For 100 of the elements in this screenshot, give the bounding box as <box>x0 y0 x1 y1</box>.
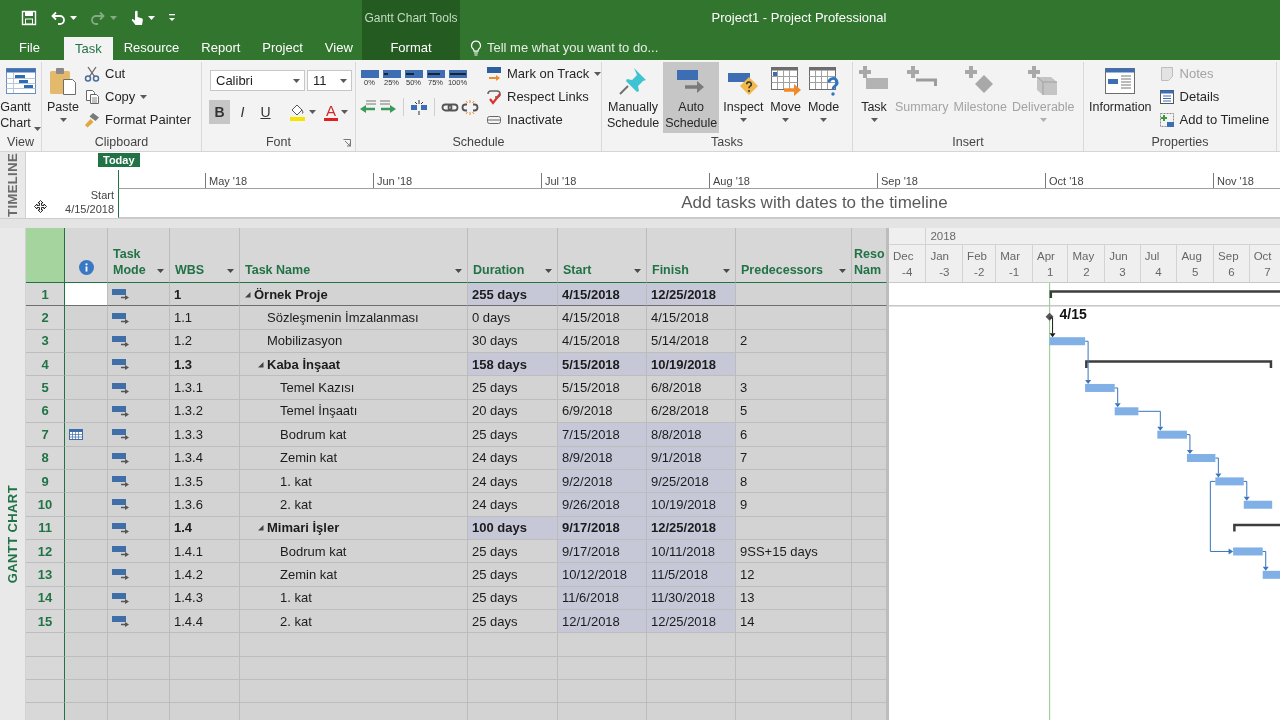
copy-button[interactable]: Copy <box>81 85 194 108</box>
split-bar-icon[interactable] <box>410 99 428 115</box>
font-color-button[interactable]: A <box>321 100 351 124</box>
indicator-cell[interactable] <box>65 446 108 470</box>
row-header[interactable] <box>26 656 65 681</box>
progress-bar-icon <box>382 70 401 78</box>
column-header[interactable]: Task Mode <box>108 228 170 283</box>
indicator-cell[interactable] <box>65 539 108 564</box>
ribbon-tab[interactable]: View <box>313 35 364 60</box>
indent-icon[interactable] <box>379 99 397 115</box>
table-cell: 1.3.6 <box>170 493 240 517</box>
inspect-button[interactable]: Inspect <box>721 62 766 133</box>
row-header[interactable]: 1 <box>26 283 65 307</box>
underline-button[interactable]: U <box>255 100 276 124</box>
link-arrow <box>1214 457 1222 478</box>
plus-box-icon <box>1027 65 1060 97</box>
row-header[interactable]: 6 <box>26 399 65 424</box>
respect-links-button[interactable]: Respect Links <box>483 85 605 108</box>
paste-button[interactable]: Paste <box>45 62 81 133</box>
row-header[interactable]: 15 <box>26 610 65 634</box>
row-header[interactable] <box>26 633 65 657</box>
table-cell: 7 <box>736 446 852 470</box>
row-header[interactable]: 5 <box>26 376 65 400</box>
row-header[interactable]: 11 <box>26 516 65 540</box>
move-button[interactable]: Move <box>767 62 804 133</box>
dialog-launcher-icon[interactable] <box>343 138 351 147</box>
bar-arrow-icon <box>112 358 130 371</box>
indicator-cell[interactable] <box>65 423 108 447</box>
row-header[interactable]: 9 <box>26 469 65 494</box>
indicator-cell[interactable] <box>65 353 108 377</box>
indicator-cell[interactable] <box>65 329 108 354</box>
cut-button[interactable]: Cut <box>81 62 194 85</box>
tell-me-field[interactable]: Tell me what you want to do... <box>487 38 677 57</box>
bar-arrow-icon <box>112 615 130 628</box>
manually-schedule-button[interactable]: Manually Schedule <box>605 62 662 133</box>
mode-button[interactable]: Mode <box>805 62 842 133</box>
column-header[interactable] <box>65 228 108 283</box>
column-header[interactable]: Finish <box>647 228 736 283</box>
row-header[interactable]: 12 <box>26 539 65 564</box>
column-header[interactable]: WBS <box>170 228 240 283</box>
select-all-button[interactable] <box>26 228 65 283</box>
information-button[interactable]: Information <box>1087 62 1154 133</box>
customize-caret-icon <box>168 13 176 22</box>
task-name: 1. kat <box>280 473 312 489</box>
indicator-cell[interactable] <box>65 516 108 540</box>
row-header[interactable]: 2 <box>26 306 65 330</box>
row-header[interactable] <box>26 703 65 720</box>
indicator-cell[interactable] <box>65 399 108 424</box>
ribbon-tab[interactable]: Resource <box>112 35 191 60</box>
row-header[interactable]: 7 <box>26 423 65 447</box>
column-header[interactable]: Task Name <box>240 228 468 283</box>
outline-toggle-icon[interactable] <box>257 360 264 368</box>
add-to-timeline-button[interactable]: Add to Timeline <box>1155 108 1273 131</box>
row-header[interactable]: 3 <box>26 329 65 354</box>
bold-button[interactable]: B <box>209 100 230 124</box>
italic-button[interactable]: I <box>232 100 253 124</box>
indicator-cell[interactable] <box>65 610 108 634</box>
quick-access-button[interactable] <box>166 11 178 24</box>
indicator-cell[interactable] <box>65 306 108 330</box>
column-header[interactable]: Predecessors <box>736 228 852 283</box>
indicator-cell[interactable] <box>65 586 108 611</box>
ribbon-tab[interactable]: File <box>8 35 51 60</box>
row-header[interactable]: 10 <box>26 493 65 517</box>
bar-arrow-icon <box>112 381 130 394</box>
bar-arrow-icon <box>112 498 130 511</box>
indicator-cell[interactable] <box>65 469 108 494</box>
active-cell[interactable] <box>65 283 108 307</box>
outline-toggle-icon[interactable] <box>244 290 251 298</box>
column-header[interactable]: Start <box>558 228 647 283</box>
mark-on-track-button[interactable]: Mark on Track <box>483 62 605 85</box>
row-header[interactable]: 13 <box>26 563 65 587</box>
ribbon-tab[interactable]: Report <box>190 35 252 60</box>
ribbon-tab[interactable]: Project <box>251 35 314 60</box>
format-painter-button[interactable]: Format Painter <box>81 108 194 131</box>
indicator-cell[interactable] <box>65 376 108 400</box>
indicator-cell[interactable] <box>65 493 108 517</box>
outline-toggle-icon[interactable] <box>257 524 264 532</box>
auto-schedule-button[interactable]: Auto Schedule <box>663 62 720 133</box>
insert-task-button[interactable]: Task <box>856 62 892 133</box>
column-header[interactable]: Duration <box>468 228 558 283</box>
ribbon-tab[interactable]: Task <box>63 37 113 60</box>
inactivate-button[interactable]: Inactivate <box>483 108 605 131</box>
font-size-combo[interactable]: 11 <box>307 70 352 91</box>
progress-bar-icon <box>426 70 445 78</box>
font-name-combo[interactable]: Calibri <box>210 70 305 91</box>
ribbon-tab[interactable]: Format <box>362 35 460 60</box>
row-header[interactable]: 14 <box>26 586 65 611</box>
month-number: 5 <box>1192 265 1199 280</box>
details-button[interactable]: Details <box>1155 85 1273 108</box>
outdent-icon[interactable] <box>359 99 377 115</box>
task-bar <box>1186 454 1216 462</box>
column-header[interactable]: Reso Nam <box>852 228 887 283</box>
table-cell: 3 <box>736 376 852 400</box>
row-header[interactable] <box>26 680 65 704</box>
row-header[interactable]: 8 <box>26 446 65 470</box>
lightbulb-icon[interactable] <box>470 39 482 56</box>
row-header[interactable]: 4 <box>26 353 65 377</box>
indicator-cell[interactable] <box>65 563 108 587</box>
gantt-chart-button[interactable]: Gantt Chart <box>0 62 43 133</box>
unlink-icon[interactable] <box>461 99 479 115</box>
